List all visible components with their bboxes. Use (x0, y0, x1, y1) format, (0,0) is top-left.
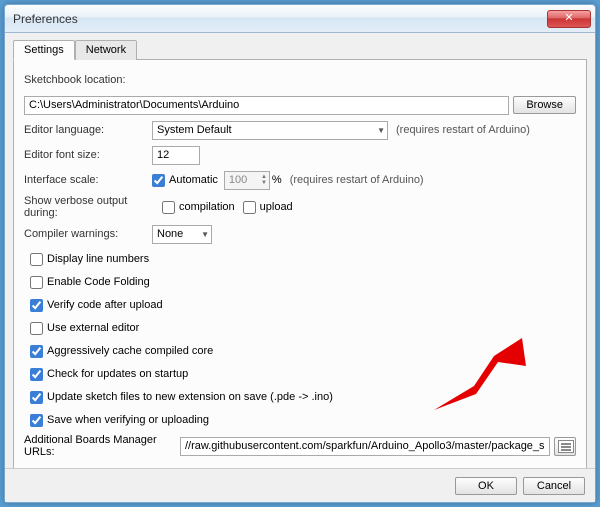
ok-button[interactable]: OK (455, 477, 517, 495)
external-editor-checkbox[interactable] (30, 322, 43, 335)
scale-restart-hint: (requires restart of Arduino) (290, 174, 424, 186)
sketchbook-path-input[interactable] (24, 96, 509, 115)
dialog-footer: OK Cancel (5, 468, 595, 502)
stepper-arrows-icon: ▲▼ (261, 174, 267, 186)
editor-language-select[interactable]: System Default ▼ (152, 121, 388, 140)
verify-upload-checkbox[interactable] (30, 299, 43, 312)
close-icon: ✕ (564, 12, 573, 24)
font-size-input[interactable] (152, 146, 200, 165)
cancel-button[interactable]: Cancel (523, 477, 585, 495)
compiler-warnings-select[interactable]: None ▼ (152, 225, 212, 244)
tab-settings[interactable]: Settings (13, 40, 75, 60)
chevron-down-icon: ▼ (201, 230, 209, 239)
tab-strip: Settings Network (13, 40, 587, 60)
percent-symbol: % (272, 174, 282, 186)
boards-url-label: Additional Boards Manager URLs: (24, 434, 176, 458)
language-restart-hint: (requires restart of Arduino) (396, 124, 530, 136)
editor-language-label: Editor language: (24, 124, 152, 136)
titlebar[interactable]: Preferences ✕ (5, 5, 595, 33)
save-verify-label: Save when verifying or uploading (47, 414, 209, 426)
interface-scale-label: Interface scale: (24, 174, 152, 186)
line-numbers-label: Display line numbers (47, 253, 149, 265)
settings-panel: Sketchbook location: Browse Editor langu… (13, 59, 587, 468)
automatic-scale-checkbox[interactable] (152, 174, 165, 187)
cache-core-label: Aggressively cache compiled core (47, 345, 213, 357)
pref-note-line1: More preferences can be edited directly … (24, 467, 264, 468)
boards-url-input[interactable] (180, 437, 550, 456)
verbose-label: Show verbose output during: (24, 195, 162, 219)
preferences-window: Preferences ✕ Settings Network Sketchboo… (4, 4, 596, 503)
verbose-compile-label: compilation (179, 201, 235, 213)
close-button[interactable]: ✕ (547, 10, 591, 28)
compiler-warnings-label: Compiler warnings: (24, 228, 152, 240)
content-area: Settings Network Sketchbook location: Br… (5, 33, 595, 468)
check-updates-checkbox[interactable] (30, 368, 43, 381)
check-updates-label: Check for updates on startup (47, 368, 188, 380)
window-icon (558, 440, 574, 453)
scale-percent-value: 100 (229, 174, 247, 186)
boards-url-expand-button[interactable] (554, 437, 576, 456)
update-extension-label: Update sketch files to new extension on … (47, 391, 333, 403)
external-editor-label: Use external editor (47, 322, 139, 334)
verbose-upload-checkbox[interactable] (243, 201, 256, 214)
window-title: Preferences (13, 12, 547, 26)
chevron-down-icon: ▼ (377, 126, 385, 135)
verify-upload-label: Verify code after upload (47, 299, 163, 311)
automatic-scale-label: Automatic (169, 174, 218, 186)
tab-network[interactable]: Network (75, 40, 137, 60)
font-size-label: Editor font size: (24, 149, 152, 161)
scale-percent-stepper[interactable]: 100 ▲▼ (224, 171, 270, 190)
editor-language-value: System Default (157, 124, 232, 136)
compiler-warnings-value: None (157, 228, 183, 240)
cache-core-checkbox[interactable] (30, 345, 43, 358)
line-numbers-checkbox[interactable] (30, 253, 43, 266)
verbose-upload-label: upload (260, 201, 293, 213)
sketchbook-label: Sketchbook location: (24, 74, 126, 86)
code-folding-label: Enable Code Folding (47, 276, 150, 288)
verbose-compile-checkbox[interactable] (162, 201, 175, 214)
save-verify-checkbox[interactable] (30, 414, 43, 427)
browse-button[interactable]: Browse (513, 96, 576, 114)
update-extension-checkbox[interactable] (30, 391, 43, 404)
code-folding-checkbox[interactable] (30, 276, 43, 289)
